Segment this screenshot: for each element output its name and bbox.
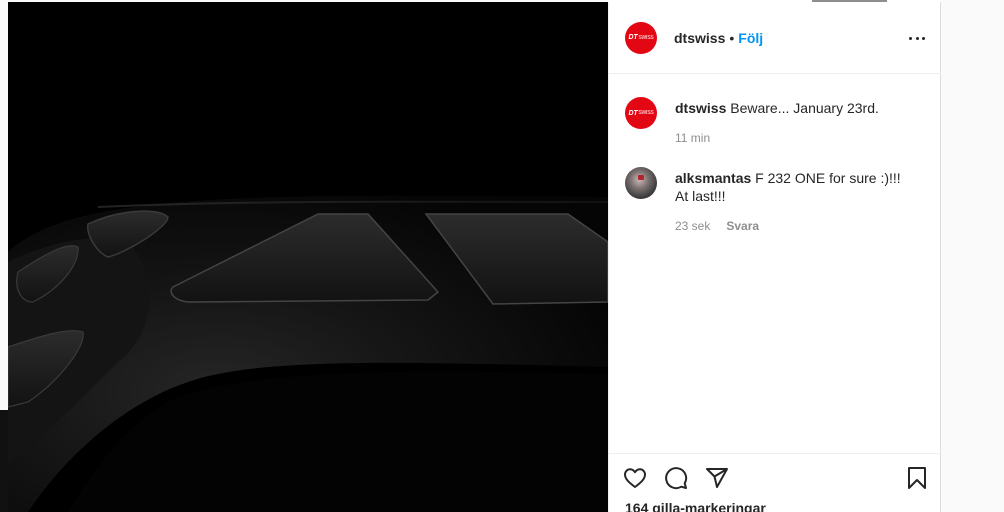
post-side-panel: DT SWISS dtswiss • Följ DT SWISS dtswiss B… xyxy=(608,2,941,512)
caption-body: dtswiss Beware... January 23rd. xyxy=(675,97,925,117)
caption: DT SWISS dtswiss Beware... January 23rd. … xyxy=(625,97,925,145)
post-actions: 164 gilla-markeringar xyxy=(609,453,941,512)
comment-icon[interactable] xyxy=(664,466,688,490)
reply-button[interactable]: Svara xyxy=(726,219,759,233)
caption-text: Beware... January 23rd. xyxy=(730,100,879,116)
instagram-post-page: DT SWISS dtswiss • Följ DT SWISS dtswiss B… xyxy=(0,0,1004,512)
heart-icon[interactable] xyxy=(623,466,647,490)
comment-username[interactable]: alksmantas xyxy=(675,170,751,186)
comment-time[interactable]: 23 sek xyxy=(675,219,710,233)
avatar-logo-subtext: SWISS xyxy=(638,110,654,116)
avatar-logo-text: DT xyxy=(628,109,638,117)
caption-username[interactable]: dtswiss xyxy=(675,100,726,116)
avatar-logo-text: DT xyxy=(628,34,638,41)
header-separator: • xyxy=(729,29,735,46)
comment-item: alksmantas F 232 ONE for sure :)!!! At l… xyxy=(625,167,925,233)
backdrop-shadow xyxy=(0,410,8,512)
post-image[interactable] xyxy=(8,2,608,512)
author-username[interactable]: dtswiss xyxy=(674,30,725,46)
bookmark-icon[interactable] xyxy=(905,466,929,490)
caption-time[interactable]: 11 min xyxy=(675,131,710,145)
post-header: DT SWISS dtswiss • Följ xyxy=(609,2,941,74)
likes-count[interactable]: 164 gilla-markeringar xyxy=(625,500,766,512)
rim-render-image xyxy=(8,2,608,512)
comment-body: alksmantas F 232 ONE for sure :)!!! At l… xyxy=(675,167,915,205)
caption-avatar[interactable]: DT SWISS xyxy=(625,97,657,129)
commenter-avatar[interactable] xyxy=(625,167,657,199)
caption-meta: 11 min xyxy=(675,131,925,145)
share-icon[interactable] xyxy=(705,466,729,490)
avatar-logo-subtext: SWISS xyxy=(638,34,654,41)
author-avatar[interactable]: DT SWISS xyxy=(625,21,657,54)
avatar-detail xyxy=(638,175,644,180)
follow-button[interactable]: Följ xyxy=(738,30,763,46)
comment-meta: 23 sek Svara xyxy=(675,219,925,233)
page-backdrop xyxy=(0,0,8,512)
more-options-icon[interactable] xyxy=(907,28,927,48)
